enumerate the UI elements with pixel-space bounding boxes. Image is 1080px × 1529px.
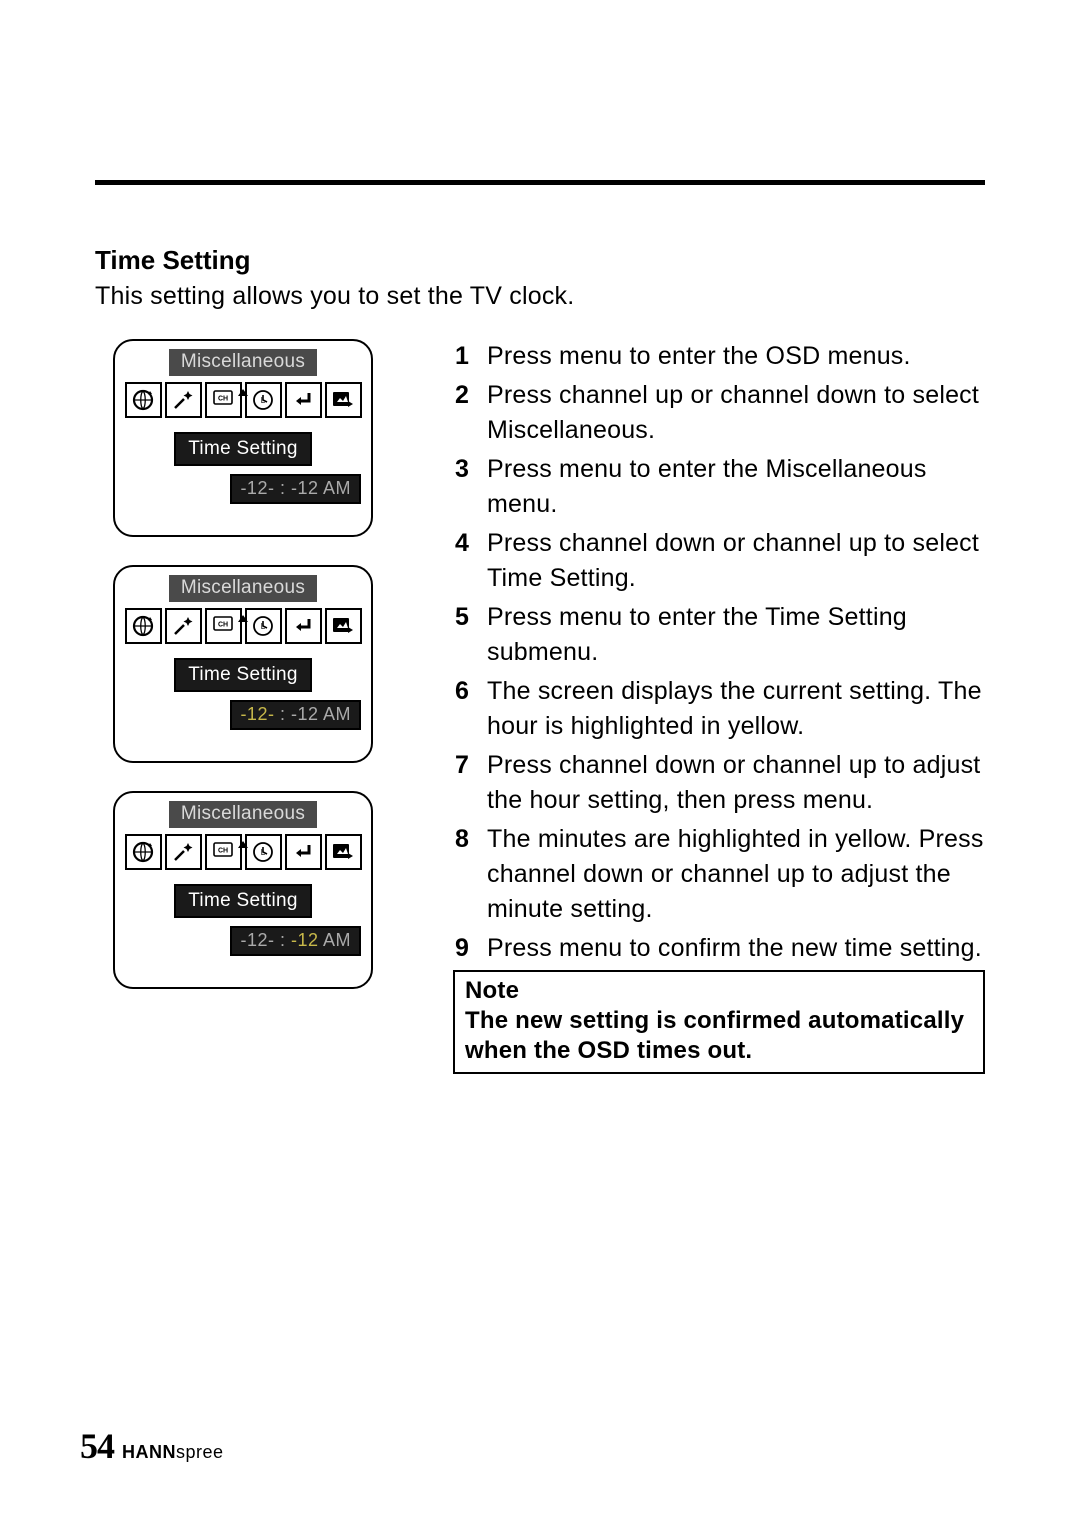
step-item: 3Press menu to enter the Miscellaneous m… xyxy=(453,452,985,522)
step-item: 7Press channel down or channel up to adj… xyxy=(453,748,985,818)
osd-title: Miscellaneous xyxy=(169,575,317,602)
brand-logo: HANNspree xyxy=(122,1442,224,1463)
time-sep: : xyxy=(274,478,291,498)
osd-icon-row: CH L xyxy=(125,834,362,870)
ch-box-icon: CH xyxy=(205,608,242,644)
star-wand-icon xyxy=(165,382,202,418)
osd-screenshot-1: Miscellaneous CH L xyxy=(113,339,373,537)
time-rest: -12 AM xyxy=(291,478,351,498)
svg-text:CH: CH xyxy=(218,396,228,403)
note-box: Note The new setting is confirmed automa… xyxy=(453,970,985,1074)
return-arrow-icon xyxy=(285,608,322,644)
svg-text:CH: CH xyxy=(218,622,228,629)
step-text: Press menu to enter the OSD menus. xyxy=(487,339,985,374)
step-number: 2 xyxy=(453,378,487,413)
globe-refresh-icon xyxy=(125,608,162,644)
time-sep: : xyxy=(274,704,291,724)
osd-time-value: -12- : -12 AM xyxy=(230,700,361,730)
brand-rest-part: spree xyxy=(176,1442,224,1462)
osd-sub-label: Time Setting xyxy=(174,658,312,692)
step-number: 9 xyxy=(453,931,487,966)
section-intro: This setting allows you to set the TV cl… xyxy=(95,282,985,311)
osd-screenshots-column: Miscellaneous CH L xyxy=(113,339,413,989)
return-arrow-icon xyxy=(285,834,322,870)
picture-export-icon xyxy=(325,834,362,870)
step-text: Press menu to enter the Time Setting sub… xyxy=(487,600,985,670)
step-number: 5 xyxy=(453,600,487,635)
section-title: Time Setting xyxy=(95,245,985,276)
time-minute-highlighted: -12 xyxy=(291,930,319,950)
picture-export-icon xyxy=(325,382,362,418)
note-body: The new setting is confirmed automatical… xyxy=(465,1007,964,1064)
svg-text:CH: CH xyxy=(218,848,228,855)
step-text: Press channel down or channel up to adju… xyxy=(487,748,985,818)
osd-time-value: -12- : -12 AM xyxy=(230,474,361,504)
step-text: The minutes are highlighted in yellow. P… xyxy=(487,822,985,927)
two-column-layout: Miscellaneous CH L xyxy=(95,339,985,1074)
step-number: 3 xyxy=(453,452,487,487)
step-text: Press channel down or channel up to sele… xyxy=(487,526,985,596)
step-number: 4 xyxy=(453,526,487,561)
step-number: 7 xyxy=(453,748,487,783)
time-ampm: AM xyxy=(318,930,351,950)
step-item: 2Press channel up or channel down to sel… xyxy=(453,378,985,448)
time-hour: -12- xyxy=(240,478,274,498)
globe-refresh-icon xyxy=(125,834,162,870)
clock-letter-icon: L xyxy=(245,382,282,418)
step-item: 4Press channel down or channel up to sel… xyxy=(453,526,985,596)
return-arrow-icon xyxy=(285,382,322,418)
step-list: 1Press menu to enter the OSD menus. 2Pre… xyxy=(453,339,985,966)
brand-bold-part: HANN xyxy=(122,1442,176,1462)
step-number: 1 xyxy=(453,339,487,374)
svg-text:L: L xyxy=(261,622,266,631)
step-number: 8 xyxy=(453,822,487,857)
step-text: The screen displays the current setting.… xyxy=(487,674,985,744)
osd-icon-row: CH L xyxy=(125,382,362,418)
time-hour-highlighted: -12- xyxy=(240,704,274,724)
osd-time-value: -12- : -12 AM xyxy=(230,926,361,956)
clock-letter-icon: L xyxy=(245,608,282,644)
time-hour: -12- : xyxy=(240,930,291,950)
page-number: 54 xyxy=(80,1425,114,1467)
osd-title: Miscellaneous xyxy=(169,801,317,828)
steps-column: 1Press menu to enter the OSD menus. 2Pre… xyxy=(453,339,985,1074)
osd-icon-row: CH L xyxy=(125,608,362,644)
step-item: 9Press menu to confirm the new time sett… xyxy=(453,931,985,966)
step-text: Press menu to enter the Miscellaneous me… xyxy=(487,452,985,522)
osd-screenshot-3: Miscellaneous CH L xyxy=(113,791,373,989)
note-title: Note xyxy=(465,976,973,1006)
page-footer: 54 HANNspree xyxy=(80,1425,224,1467)
step-text: Press channel up or channel down to sele… xyxy=(487,378,985,448)
osd-screenshot-2: Miscellaneous CH L xyxy=(113,565,373,763)
step-item: 8The minutes are highlighted in yellow. … xyxy=(453,822,985,927)
time-rest: -12 AM xyxy=(291,704,351,724)
globe-refresh-icon xyxy=(125,382,162,418)
star-wand-icon xyxy=(165,608,202,644)
picture-export-icon xyxy=(325,608,362,644)
ch-box-icon: CH xyxy=(205,382,242,418)
horizontal-rule xyxy=(95,180,985,185)
step-item: 6The screen displays the current setting… xyxy=(453,674,985,744)
osd-sub-label: Time Setting xyxy=(174,432,312,466)
step-text: Press menu to confirm the new time setti… xyxy=(487,931,985,966)
svg-text:L: L xyxy=(261,396,266,405)
star-wand-icon xyxy=(165,834,202,870)
step-number: 6 xyxy=(453,674,487,709)
page-content: Time Setting This setting allows you to … xyxy=(0,0,1080,1074)
clock-letter-icon: L xyxy=(245,834,282,870)
svg-text:L: L xyxy=(261,848,266,857)
osd-sub-label: Time Setting xyxy=(174,884,312,918)
ch-box-icon: CH xyxy=(205,834,242,870)
osd-title: Miscellaneous xyxy=(169,349,317,376)
step-item: 5Press menu to enter the Time Setting su… xyxy=(453,600,985,670)
step-item: 1Press menu to enter the OSD menus. xyxy=(453,339,985,374)
